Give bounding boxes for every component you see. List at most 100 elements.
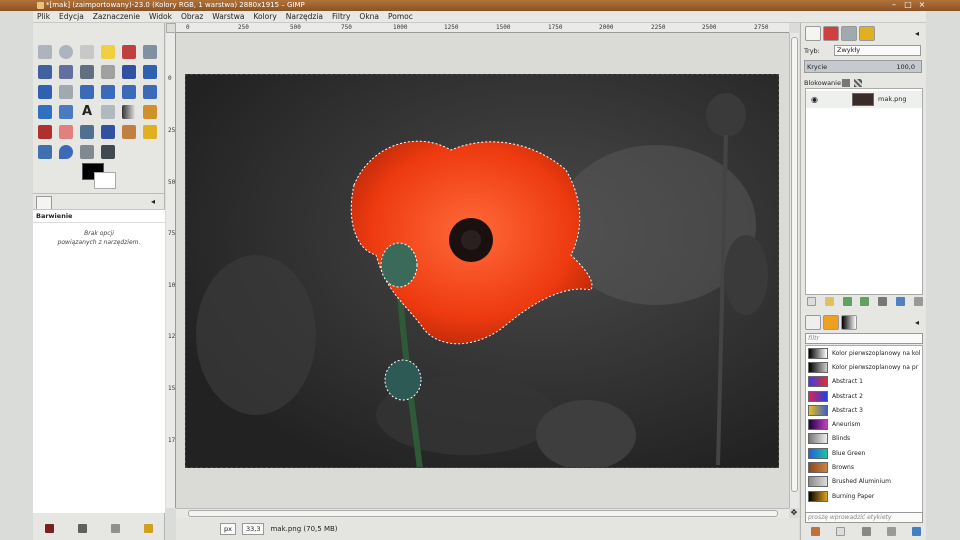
layers-tab-icon[interactable]: [805, 26, 821, 41]
unit-select[interactable]: px: [220, 523, 236, 535]
rotate-icon[interactable]: [80, 85, 94, 99]
menu-filtry[interactable]: Filtry: [332, 12, 350, 21]
list-item[interactable]: Aneurism: [806, 417, 922, 431]
delete-gradient-icon[interactable]: [886, 526, 896, 536]
edit-gradient-icon[interactable]: [811, 526, 820, 536]
menu-warstwa[interactable]: Warstwa: [212, 12, 244, 21]
restore-options-icon[interactable]: [78, 523, 87, 533]
list-item[interactable]: Blinds: [806, 432, 922, 446]
panel-menu-icon[interactable]: ◂: [151, 197, 155, 206]
layers-list[interactable]: ◉ mak.png: [805, 88, 923, 295]
horizontal-scrollbar[interactable]: [176, 508, 789, 518]
horizontal-ruler[interactable]: 0 250 500 750 1000 1250 1500 1750 2000 2…: [176, 23, 789, 33]
minimize-icon[interactable]: –: [890, 1, 898, 9]
color-picker-icon[interactable]: [80, 65, 94, 79]
measure-icon[interactable]: [122, 65, 136, 79]
heal-icon[interactable]: [143, 125, 157, 139]
menu-widok[interactable]: Widok: [149, 12, 172, 21]
delete-options-icon[interactable]: [111, 523, 120, 533]
crop-icon[interactable]: [59, 85, 73, 99]
close-icon[interactable]: ×: [918, 1, 926, 9]
smudge-icon[interactable]: [80, 145, 94, 159]
tool-options-tab[interactable]: [36, 196, 52, 209]
list-item[interactable]: Burning Paper: [806, 489, 922, 503]
fuzzy-select-icon[interactable]: [101, 45, 115, 59]
duplicate-gradient-icon[interactable]: [861, 526, 871, 536]
menu-plik[interactable]: Plik: [37, 12, 50, 21]
tag-input[interactable]: proszę wprowadzić etykiety: [805, 512, 923, 523]
zoom-select[interactable]: 33,3: [241, 523, 265, 535]
list-item[interactable]: Blue Green: [806, 446, 922, 460]
layer-row[interactable]: ◉ mak.png: [806, 91, 922, 108]
text-tool-icon[interactable]: A: [80, 105, 94, 119]
ellipse-select-icon[interactable]: [59, 45, 73, 59]
menu-obraz[interactable]: Obraz: [181, 12, 203, 21]
new-layer-icon[interactable]: [807, 296, 816, 306]
scale-icon[interactable]: [101, 85, 115, 99]
clone-icon[interactable]: [122, 125, 136, 139]
align-icon[interactable]: [38, 85, 52, 99]
zoom-icon[interactable]: [101, 65, 115, 79]
move-icon[interactable]: [143, 65, 157, 79]
gradients-tab-icon[interactable]: [841, 315, 857, 330]
duplicate-layer-icon[interactable]: [878, 296, 888, 306]
gradient-filter-input[interactable]: filtr: [805, 333, 923, 344]
ink-icon[interactable]: [101, 125, 115, 139]
lock-alpha-icon[interactable]: [854, 79, 862, 87]
ruler-corner[interactable]: [166, 23, 176, 33]
list-item[interactable]: Kolor pierwszoplanowy na pr: [806, 360, 922, 374]
lock-pixels-icon[interactable]: [842, 79, 850, 87]
refresh-gradients-icon[interactable]: [912, 526, 921, 536]
maximize-icon[interactable]: □: [904, 1, 912, 9]
panel-menu-icon[interactable]: ◂: [915, 29, 919, 38]
opacity-slider[interactable]: Krycie 100,0: [804, 60, 922, 73]
list-item[interactable]: Browns: [806, 460, 922, 474]
blend-icon[interactable]: [122, 105, 136, 119]
foreground-select-icon[interactable]: [38, 65, 52, 79]
layer-name[interactable]: mak.png: [878, 91, 907, 108]
list-item[interactable]: Brushed Aluminium: [806, 475, 922, 489]
undo-history-tab-icon[interactable]: [859, 26, 875, 41]
vertical-scroll-thumb[interactable]: [791, 37, 798, 492]
free-select-icon[interactable]: [80, 45, 94, 59]
menu-pomoc[interactable]: Pomoc: [388, 12, 413, 21]
menu-zaznaczenie[interactable]: Zaznaczenie: [93, 12, 140, 21]
save-options-icon[interactable]: [45, 523, 54, 533]
perspective-clone-icon[interactable]: [38, 145, 52, 159]
perspective-icon[interactable]: [143, 85, 157, 99]
menu-edycja[interactable]: Edycja: [59, 12, 84, 21]
vertical-scrollbar[interactable]: [789, 33, 799, 508]
patterns-tab-icon[interactable]: [823, 315, 839, 330]
eraser-icon[interactable]: [59, 125, 73, 139]
flip-icon[interactable]: [38, 105, 52, 119]
paintbrush-icon[interactable]: [38, 125, 52, 139]
new-group-icon[interactable]: [824, 296, 834, 306]
shear-icon[interactable]: [122, 85, 136, 99]
paths-tab-icon[interactable]: [841, 26, 857, 41]
list-item[interactable]: Abstract 3: [806, 403, 922, 417]
menu-kolory[interactable]: Kolory: [253, 12, 276, 21]
paths-icon[interactable]: [59, 65, 73, 79]
mode-select[interactable]: Zwykły: [834, 45, 921, 56]
panel-menu-icon[interactable]: ◂: [915, 318, 919, 327]
brushes-tab-icon[interactable]: [805, 315, 821, 330]
menu-okna[interactable]: Okna: [359, 12, 379, 21]
lower-layer-icon[interactable]: [860, 296, 870, 306]
blur-icon[interactable]: [59, 145, 73, 159]
delete-layer-icon[interactable]: [913, 296, 923, 306]
dodge-burn-icon[interactable]: [101, 145, 115, 159]
menu-narzedzia[interactable]: Narzędzia: [286, 12, 323, 21]
navigate-icon[interactable]: ✥: [789, 508, 799, 518]
color-select-icon[interactable]: [122, 45, 136, 59]
list-item[interactable]: Abstract 2: [806, 389, 922, 403]
pencil-icon[interactable]: [143, 105, 157, 119]
horizontal-scroll-thumb[interactable]: [188, 510, 778, 517]
scissors-icon[interactable]: [143, 45, 157, 59]
image-canvas[interactable]: [185, 74, 779, 468]
new-gradient-icon[interactable]: [836, 526, 846, 536]
visibility-eye-icon[interactable]: ◉: [811, 91, 818, 108]
anchor-layer-icon[interactable]: [896, 296, 906, 306]
channels-tab-icon[interactable]: [823, 26, 839, 41]
raise-layer-icon[interactable]: [842, 296, 852, 306]
list-item[interactable]: Abstract 1: [806, 375, 922, 389]
